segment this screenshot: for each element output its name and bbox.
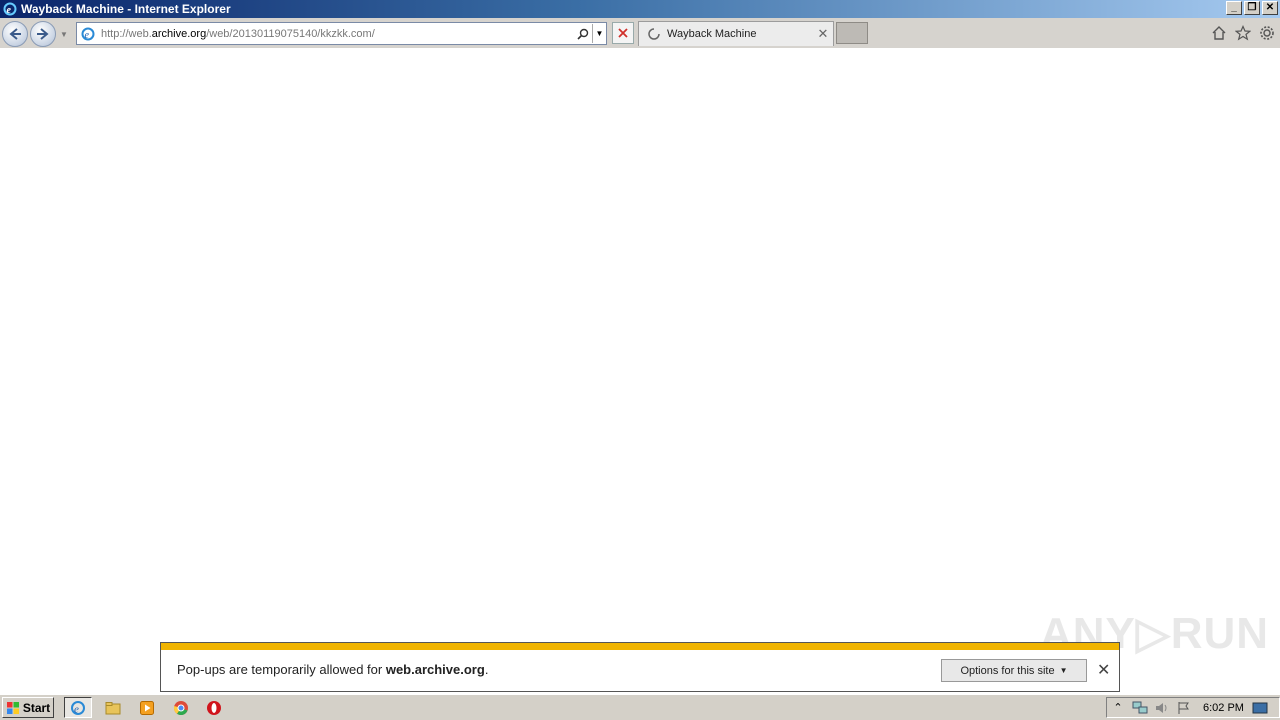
folder-icon: [105, 701, 121, 714]
network-icon[interactable]: [1129, 699, 1151, 717]
restore-button[interactable]: ❐: [1244, 1, 1260, 15]
home-icon[interactable]: [1210, 24, 1228, 42]
svg-text:e: e: [85, 30, 90, 41]
svg-text:e: e: [74, 703, 79, 715]
dropdown-arrow-icon: ▼: [1059, 666, 1068, 675]
volume-icon[interactable]: [1151, 699, 1173, 717]
popup-notification-bar: Pop-ups are temporarily allowed for web.…: [160, 642, 1120, 692]
options-for-site-button[interactable]: Options for this site ▼: [941, 659, 1087, 682]
notification-accent: [161, 643, 1119, 650]
favorites-star-icon[interactable]: [1234, 24, 1252, 42]
search-icon[interactable]: [574, 25, 592, 43]
loading-spinner-icon: [647, 27, 661, 41]
settings-gear-icon[interactable]: [1258, 24, 1276, 42]
ie-page-icon: e: [79, 25, 97, 43]
taskbar-media-player[interactable]: [133, 697, 161, 718]
svg-text:e: e: [7, 5, 12, 16]
minimize-button[interactable]: _: [1226, 1, 1242, 15]
navigation-bar: ▼ e http://web.archive.org/web/201301190…: [0, 18, 1280, 48]
tab-close-icon[interactable]: ✕: [816, 26, 830, 42]
history-dropdown-icon[interactable]: ▼: [60, 30, 68, 39]
taskbar-file-explorer[interactable]: [99, 697, 127, 718]
taskbar-internet-explorer[interactable]: e: [64, 697, 92, 718]
forward-button[interactable]: [30, 21, 56, 47]
start-button[interactable]: Start: [2, 697, 54, 718]
stop-button[interactable]: [612, 22, 634, 44]
taskbar-clock[interactable]: 6:02 PM: [1203, 702, 1249, 714]
back-arrow-icon: [9, 28, 21, 40]
chrome-icon: [173, 700, 188, 715]
address-bar[interactable]: e http://web.archive.org/web/20130119075…: [76, 22, 607, 45]
action-center-flag-icon[interactable]: [1173, 699, 1195, 717]
tab-label: Wayback Machine: [667, 28, 757, 40]
window-title-bar[interactable]: e Wayback Machine - Internet Explorer _ …: [0, 0, 1280, 18]
close-window-button[interactable]: ✕: [1262, 1, 1278, 15]
media-player-icon: [140, 700, 154, 715]
notification-message: Pop-ups are temporarily allowed for web.…: [177, 662, 489, 677]
show-desktop-icon[interactable]: [1249, 699, 1271, 717]
tray-expand-icon[interactable]: ⌃: [1107, 699, 1129, 717]
stop-icon: [618, 28, 628, 38]
ie-icon: e: [2, 1, 18, 17]
page-content: [0, 48, 1280, 642]
new-tab-button[interactable]: [836, 22, 868, 44]
windows-logo-icon: [6, 701, 19, 714]
back-button[interactable]: [2, 21, 28, 47]
notification-close-icon[interactable]: ✕: [1097, 660, 1110, 680]
address-dropdown-icon[interactable]: ▼: [592, 24, 606, 43]
ie-icon: e: [71, 700, 85, 715]
url-text[interactable]: http://web.archive.org/web/2013011907514…: [101, 28, 574, 40]
notification-site: web.archive.org: [385, 662, 485, 677]
taskbar-chrome[interactable]: [167, 697, 195, 718]
taskbar: Start e ⌃ 6:02 PM: [0, 694, 1280, 720]
forward-arrow-icon: [37, 28, 49, 40]
system-tray: ⌃ 6:02 PM: [1106, 697, 1280, 718]
opera-icon: [207, 700, 221, 715]
taskbar-opera[interactable]: [200, 697, 228, 718]
window-title: Wayback Machine - Internet Explorer: [21, 2, 231, 16]
tab-wayback-machine[interactable]: Wayback Machine ✕: [638, 21, 834, 46]
